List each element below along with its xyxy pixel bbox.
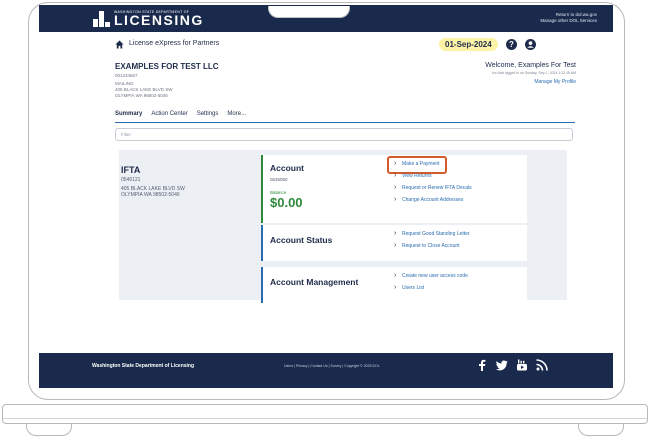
- address-line-2: OLYMPIA WA 98502-5046: [115, 93, 168, 98]
- rss-icon[interactable]: [536, 359, 548, 371]
- ifta-address-2: OLYMPIA WA 98502-5046: [121, 192, 180, 198]
- facebook-icon[interactable]: [476, 359, 488, 371]
- view-returns-link[interactable]: View Returns: [394, 170, 472, 182]
- create-access-code-link[interactable]: Create new user access code: [394, 270, 468, 282]
- account-card: Account 0635050 Balance $0.00 Make a Pay…: [261, 155, 527, 223]
- make-payment-link[interactable]: Make a Payment: [394, 158, 472, 170]
- tab-settings[interactable]: Settings: [197, 111, 219, 122]
- ifta-summary: IFTA 0546121 405 BLACK LAKE BLVD SW OLYM…: [121, 165, 185, 199]
- twitter-icon[interactable]: [496, 359, 508, 371]
- change-addresses-link[interactable]: Change Account Addresses: [394, 194, 472, 206]
- tab-more[interactable]: More...: [227, 111, 246, 122]
- home-icon[interactable]: [115, 40, 124, 49]
- laptop-base: [2, 404, 648, 424]
- account-status-title: Account Status: [270, 235, 333, 245]
- tab-action-center[interactable]: Action Center: [151, 111, 187, 122]
- manage-dol-services-link[interactable]: Manage other DOL Services: [540, 18, 597, 24]
- laptop-foot-right: [578, 424, 624, 436]
- header-row: License eXpress for Partners 01-Sep-2024…: [39, 38, 613, 55]
- balance-amount: $0.00: [270, 195, 303, 210]
- tab-bar: Summary Action Center Settings More...: [115, 111, 575, 123]
- account-links: Make a Payment View Returns Request or R…: [394, 158, 472, 206]
- account-card-title: Account: [270, 163, 304, 173]
- footer-links[interactable]: Users | Privacy | Contact Us | Survey | …: [284, 364, 380, 368]
- tab-summary[interactable]: Summary: [115, 111, 142, 122]
- browser-screen: WASHINGTON STATE DEPARTMENT OF LICENSING…: [39, 5, 613, 388]
- account-management-card: Account Management Create new user acces…: [261, 267, 527, 303]
- last-login-text: You last logged in on Sunday, Sep 1, 202…: [491, 71, 576, 75]
- ifta-title: IFTA: [121, 165, 141, 175]
- users-list-link[interactable]: Users List: [394, 282, 468, 294]
- welcome-title: Welcome, Examples For Test: [485, 62, 576, 69]
- youtube-icon[interactable]: [516, 359, 528, 371]
- camera-notch: [268, 6, 350, 18]
- ifta-number: 0546121: [121, 177, 141, 183]
- account-card-number: 0635050: [270, 177, 288, 182]
- laptop-foot-left: [26, 424, 72, 436]
- footer-org: Washington State Department of Licensing: [92, 363, 195, 369]
- welcome-block: Welcome, Examples For Test You last logg…: [485, 62, 576, 85]
- account-info: EXAMPLES FOR TEST LLC 001234567 MAILING …: [115, 62, 219, 99]
- close-account-link[interactable]: Request to Close Account: [394, 240, 470, 252]
- account-name: EXAMPLES FOR TEST LLC: [115, 62, 219, 71]
- account-number: 001234567: [115, 73, 138, 78]
- manage-profile-link[interactable]: Manage My Profile: [485, 79, 576, 85]
- date-badge: 01-Sep-2024: [439, 38, 498, 51]
- dol-logo-mark-icon: [93, 10, 110, 27]
- account-status-links: Request Good Standing Letter Request to …: [394, 228, 470, 252]
- good-standing-letter-link[interactable]: Request Good Standing Letter: [394, 228, 470, 240]
- page-title: License eXpress for Partners: [129, 40, 220, 47]
- account-management-title: Account Management: [270, 277, 359, 287]
- filter-input[interactable]: Filter: [115, 128, 573, 141]
- dol-logo[interactable]: WASHINGTON STATE DEPARTMENT OF LICENSING: [93, 10, 204, 27]
- help-icon[interactable]: ?: [506, 39, 517, 50]
- ifta-decals-link[interactable]: Request or Renew IFTA Decals: [394, 182, 472, 194]
- account-management-links: Create new user access code Users List: [394, 270, 468, 294]
- account-status-card: Account Status Request Good Standing Let…: [261, 225, 527, 261]
- user-profile-icon[interactable]: [525, 39, 536, 50]
- footer: Washington State Department of Licensing…: [39, 353, 613, 388]
- logo-big-text: LICENSING: [114, 12, 204, 28]
